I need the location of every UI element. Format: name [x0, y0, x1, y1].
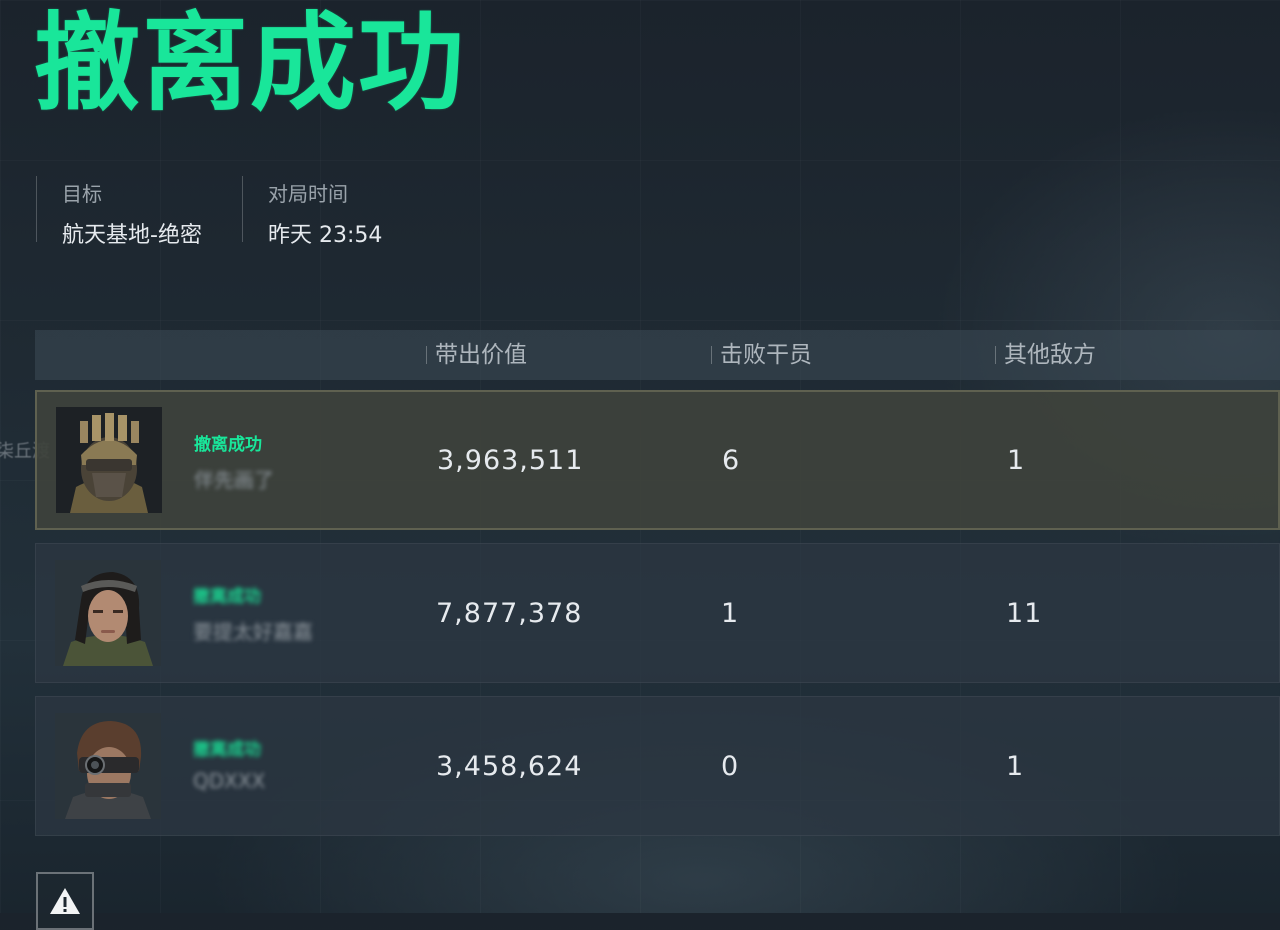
female-operator-avatar: [55, 560, 161, 666]
report-button[interactable]: [36, 872, 94, 930]
player-name: 伴先画了: [194, 468, 274, 492]
helmet-operator-avatar: [56, 407, 162, 513]
extracted-value: 3,963,511: [437, 444, 584, 476]
column-header-kills: 击败干员: [711, 330, 812, 380]
extraction-status: 撤离成功: [193, 740, 261, 760]
table-row[interactable]: 撤离成功 伴先画了 3,963,511 6 1: [35, 390, 1280, 530]
match-time-value: 昨天 23:54: [268, 223, 383, 248]
extracted-value: 7,877,378: [436, 597, 583, 629]
page-title: 撤离成功: [34, 2, 466, 125]
other-enemies: 1: [1007, 444, 1026, 476]
operator-kills: 0: [721, 750, 740, 782]
goggles-operator-avatar: [55, 713, 161, 819]
player-name: 要提太好嘉嘉: [193, 620, 313, 644]
results-table: 带出价值 击败干员 其他敌方 撤离成功 伴先画了 3,963,511 6 1 撤…: [35, 330, 1280, 836]
other-enemies: 11: [1006, 597, 1043, 629]
match-time-label: 对局时间: [268, 182, 348, 206]
operator-kills: 1: [721, 597, 740, 629]
extraction-status: 撤离成功: [193, 587, 261, 607]
column-header-others: 其他敌方: [995, 330, 1096, 380]
operator-kills: 6: [722, 444, 741, 476]
warning-icon: [50, 888, 80, 914]
extracted-value: 3,458,624: [436, 750, 583, 782]
extraction-status: 撤离成功: [194, 435, 262, 455]
target-info: 目标 航天基地-绝密: [36, 176, 242, 248]
column-header-value: 带出价值: [426, 330, 527, 380]
table-row[interactable]: 撤离成功 QDXXX 3,458,624 0 1: [35, 696, 1280, 836]
player-name: QDXXX: [193, 769, 266, 793]
target-label: 目标: [62, 182, 102, 206]
target-value: 航天基地-绝密: [62, 223, 202, 248]
other-enemies: 1: [1006, 750, 1025, 782]
table-row[interactable]: 撤离成功 要提太好嘉嘉 7,877,378 1 11: [35, 543, 1280, 683]
table-header: 带出价值 击败干员 其他敌方: [35, 330, 1280, 380]
match-time-info: 对局时间 昨天 23:54: [242, 176, 448, 248]
